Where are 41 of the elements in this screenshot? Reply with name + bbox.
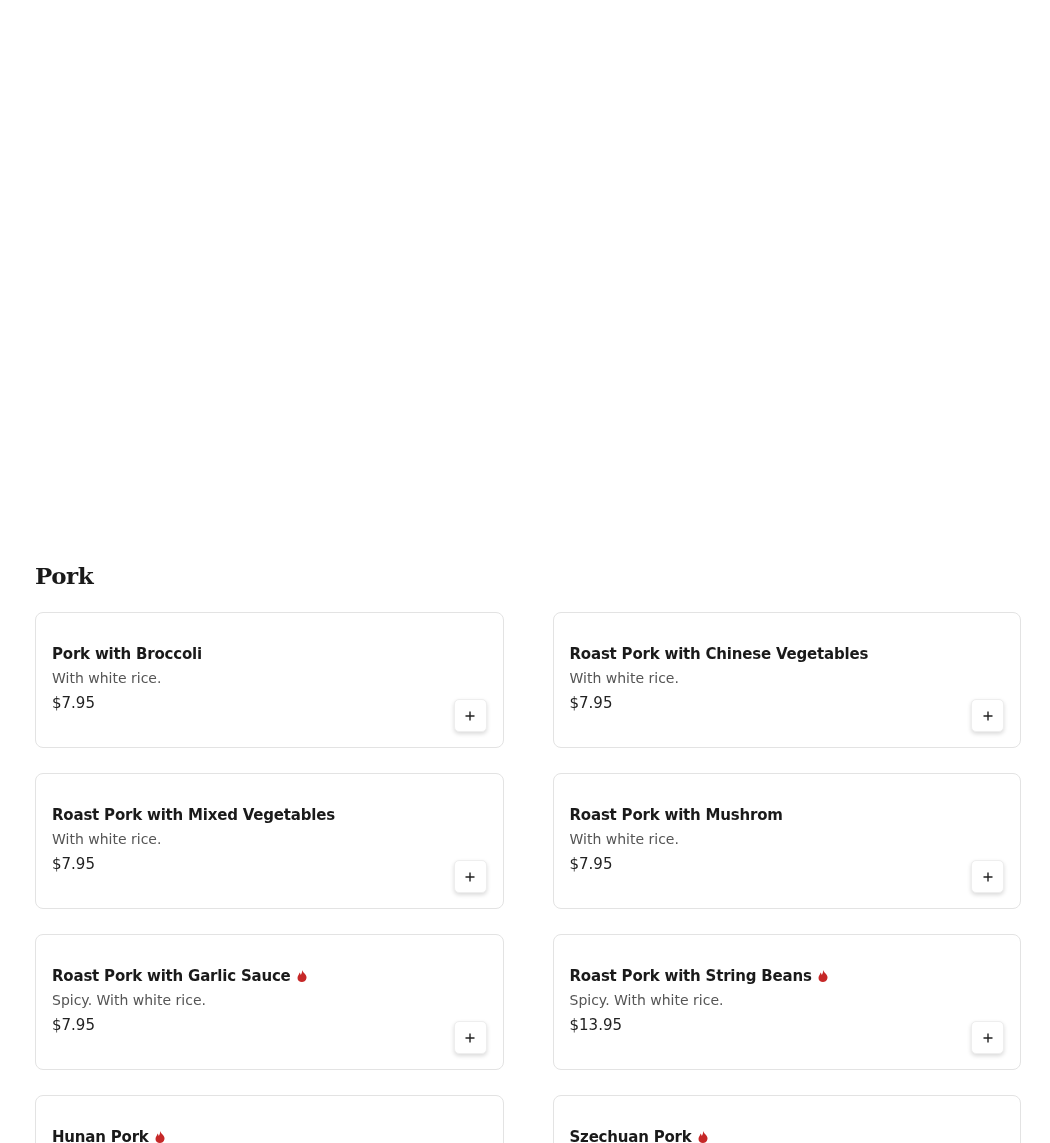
menu-item-card[interactable]: Roast Pork with Mixed Vegetables With white rice. $7.95 <box>35 773 504 909</box>
item-description: With white rice. <box>52 669 163 687</box>
item-price: $7.95 <box>569 854 614 874</box>
menu-item-card[interactable]: Szechuan Pork <box>552 1095 1021 1143</box>
menu-item-card[interactable]: Pork with Broccoli With white rice. $7.95 <box>35 612 504 748</box>
item-description: With white rice. <box>52 830 163 848</box>
add-button[interactable] <box>453 860 487 893</box>
plus-icon <box>982 871 993 882</box>
item-name: Roast Pork with Chinese Vegetables <box>569 645 869 663</box>
item-name: Roast Pork with Garlic Sauce <box>52 967 291 985</box>
plus-icon <box>982 1032 993 1043</box>
add-button[interactable] <box>971 699 1004 732</box>
menu-item-card[interactable]: Roast Pork with Mushrom With white rice. $7.95 <box>552 773 1021 909</box>
item-name: Hunan Pork <box>52 1128 149 1143</box>
add-button[interactable] <box>453 1021 487 1054</box>
item-price: $7.95 <box>52 1015 96 1035</box>
item-description: With white rice. <box>569 669 680 687</box>
menu-item-card[interactable]: Hunan Pork <box>35 1095 504 1143</box>
item-name: Roast Pork with Mixed Vegetables <box>52 806 335 824</box>
item-price: $13.95 <box>569 1015 623 1035</box>
add-button[interactable] <box>971 1021 1004 1054</box>
item-name: Roast Pork with String Beans <box>569 967 812 985</box>
item-description: Spicy. With white rice. <box>52 991 207 1009</box>
item-name: Szechuan Pork <box>569 1128 692 1143</box>
item-price: $7.95 <box>52 693 96 713</box>
plus-icon <box>465 1032 475 1043</box>
menu-item-card[interactable]: Roast Pork with Chinese Vegetables With white rice. $7.95 <box>552 612 1021 748</box>
plus-icon <box>982 710 993 721</box>
item-name: Pork with Broccoli <box>52 645 202 663</box>
add-button[interactable] <box>971 860 1004 893</box>
plus-icon <box>465 871 475 882</box>
item-price: $7.95 <box>569 693 614 713</box>
section-heading: Pork <box>35 561 95 591</box>
item-name: Roast Pork with Mushrom <box>569 806 783 824</box>
plus-icon <box>465 710 475 721</box>
menu-item-card[interactable]: Roast Pork with Garlic Sauce Spicy. With white rice. $7.95 <box>35 934 504 1070</box>
item-description: Spicy. With white rice. <box>569 991 725 1009</box>
item-price: $7.95 <box>52 854 96 874</box>
menu-item-card[interactable]: Roast Pork with String Beans Spicy. With white rice. $13.95 <box>552 934 1021 1070</box>
add-button[interactable] <box>453 699 487 732</box>
item-description: With white rice. <box>569 830 680 848</box>
